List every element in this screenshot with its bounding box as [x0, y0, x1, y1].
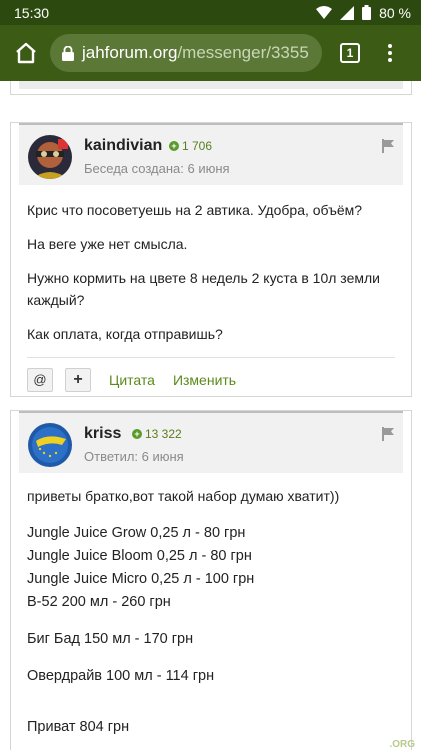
price-item: Jungle Juice Bloom 0,25 л - 80 грн — [27, 548, 252, 564]
price-item: Приват 804 грн — [27, 719, 130, 735]
post-paragraph: На веге уже нет смысла. — [27, 236, 188, 252]
post-paragraph: Как оплата, когда отправишь? — [27, 326, 223, 342]
edit-link[interactable]: Изменить — [173, 372, 236, 388]
home-button[interactable] — [8, 35, 44, 71]
signal-icon — [340, 5, 355, 20]
plus-icon: + — [132, 429, 142, 439]
tab-switcher-button[interactable]: 1 — [340, 43, 360, 63]
reputation-count: 13 322 — [145, 427, 182, 441]
post-meta: Ответил: 6 июня — [84, 449, 184, 464]
browser-toolbar: jahforum.org/messenger/3355 1 — [0, 25, 421, 81]
price-item: Овердрайв 100 мл - 114 грн — [27, 668, 215, 684]
post-actions: @ + Цитата Изменить — [27, 357, 395, 401]
avatar[interactable] — [28, 423, 72, 467]
plus-icon: + — [169, 141, 179, 151]
status-bar: 15:30 80 % — [0, 0, 421, 25]
mention-button[interactable]: @ — [27, 367, 53, 392]
watermark: .ORG — [389, 739, 415, 750]
post-header: kriss + 13 322 Ответил: 6 июня — [19, 411, 403, 473]
price-item: Jungle Juice Grow 0,25 л - 80 грн — [27, 525, 246, 541]
post-paragraph: Крис что посоветуешь на 2 автика. Удобра… — [27, 202, 363, 218]
post-username[interactable]: kriss — [84, 425, 121, 443]
reputation-badge: + 1 706 — [169, 139, 212, 153]
quote-link[interactable]: Цитата — [109, 372, 155, 388]
post-username[interactable]: kaindivian — [84, 137, 162, 155]
url-domain: jahforum.org — [82, 43, 178, 62]
page-content: kaindivian + 1 706 Беседа создана: 6 июн… — [0, 81, 421, 750]
battery-level: 80 % — [379, 4, 411, 21]
url-path: /messenger/3355 — [177, 43, 309, 62]
previous-post-footer — [10, 81, 412, 95]
flag-icon[interactable] — [381, 427, 395, 441]
overflow-menu-button[interactable] — [380, 44, 400, 62]
status-time: 15:30 — [14, 4, 50, 21]
lock-icon — [62, 45, 74, 61]
message-post: kriss + 13 322 Ответил: 6 июня приветы б… — [10, 410, 412, 750]
reputation-badge: + 13 322 — [132, 427, 182, 441]
post-body: Крис что посоветуешь на 2 автика. Удобра… — [11, 185, 411, 345]
post-meta: Беседа создана: 6 июня — [84, 161, 230, 176]
message-post: kaindivian + 1 706 Беседа создана: 6 июн… — [10, 122, 412, 397]
battery-icon — [362, 5, 372, 20]
post-paragraph: Нужно кормить на цвете 8 недель 2 куста … — [27, 270, 380, 308]
flag-icon[interactable] — [381, 139, 395, 153]
home-icon — [16, 42, 36, 64]
price-item: В-52 200 мл - 260 грн — [27, 594, 171, 610]
post-body: приветы братко,вот такой набор думаю хва… — [11, 473, 411, 739]
price-item: Биг Бад 150 мл - 170 грн — [27, 631, 194, 647]
reputation-count: 1 706 — [182, 139, 213, 153]
post-header: kaindivian + 1 706 Беседа создана: 6 июн… — [19, 123, 403, 185]
avatar[interactable] — [28, 135, 72, 179]
price-item: Jungle Juice Micro 0,25 л - 100 грн — [27, 571, 255, 587]
multiquote-add-button[interactable]: + — [65, 367, 91, 392]
address-bar[interactable]: jahforum.org/messenger/3355 — [50, 34, 322, 72]
wifi-icon — [316, 5, 333, 19]
post-paragraph: приветы братко,вот такой набор думаю хва… — [27, 488, 340, 504]
